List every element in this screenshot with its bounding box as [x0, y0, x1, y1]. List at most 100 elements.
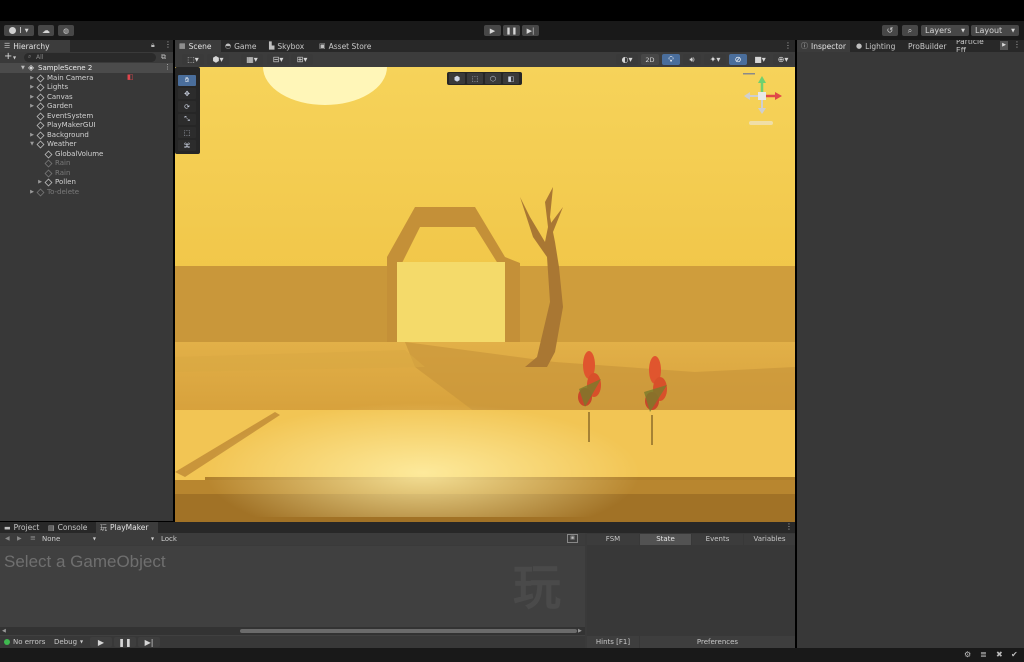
chevron-right-icon[interactable]: ▶ [28, 189, 36, 195]
hierarchy-item[interactable]: ▶ Background [0, 130, 89, 140]
hints-button[interactable]: Hints [F1] [587, 636, 639, 648]
scale-tool[interactable]: ⤡ [178, 114, 196, 125]
collab-button[interactable]: ◍ [58, 25, 74, 36]
layers-dropdown[interactable]: Layers ▼ [921, 25, 969, 36]
hand-tool[interactable]: ✋︎ [178, 75, 196, 86]
play-button[interactable]: ▶ [484, 25, 501, 36]
chevron-right-icon[interactable]: ▶ [28, 94, 36, 100]
tab-variables[interactable]: Variables [744, 534, 795, 545]
hierarchy-item[interactable]: ▶ To-delete [0, 187, 79, 197]
chevron-right-icon[interactable]: ▶ [36, 179, 44, 185]
scene-visibility-icon[interactable]: ⧉ [161, 53, 166, 62]
tab-project[interactable]: ▬ Project [0, 522, 42, 533]
chevron-right-icon[interactable]: ▶ [28, 132, 36, 138]
fsm-selector-dropdown[interactable]: None ▼ [40, 534, 98, 544]
scroll-right-icon[interactable]: ▶ [1000, 41, 1008, 50]
lock-icon[interactable]: 🔒︎ [151, 41, 155, 50]
history-button[interactable]: ↺ [882, 25, 898, 36]
account-button[interactable]: I ▼ [4, 25, 34, 36]
chevron-right-icon[interactable]: ▶ [28, 75, 36, 81]
grid-snap-dropdown[interactable]: ▦▾ [241, 54, 263, 65]
audio-toggle[interactable]: 🔊︎ [683, 54, 701, 65]
tab-events[interactable]: Events [692, 534, 743, 545]
tab-game[interactable]: ◓ Game [221, 40, 263, 52]
tab-probuilder[interactable]: ProBuilder [904, 40, 950, 52]
kebab-menu-icon[interactable]: ⋮ [785, 522, 793, 531]
chevron-down-icon[interactable]: ▼ [28, 141, 36, 147]
shading-dropdown[interactable]: ◐▾ [616, 54, 638, 65]
database-icon[interactable]: ≣ [980, 650, 987, 659]
hierarchy-item[interactable]: Rain [0, 168, 70, 178]
pm-play-button[interactable]: ▶ [90, 637, 112, 647]
tab-inspector[interactable]: ⓘ Inspector [797, 40, 850, 52]
playmaker-graph[interactable]: Select a GameObject 玩 ◀ ▶ [0, 546, 585, 636]
kebab-menu-icon[interactable]: ⋮ [1013, 40, 1021, 49]
effects-dropdown[interactable]: ✦▾ [704, 54, 726, 65]
draw-mode-dropdown[interactable]: ⬚▾ [182, 54, 204, 65]
menu-icon[interactable]: ≡ [30, 534, 36, 542]
debug-dropdown[interactable]: Debug ▼ [52, 637, 86, 647]
component-tool-1[interactable]: ⬢ [449, 73, 465, 84]
component-tool-4[interactable]: ◧ [503, 73, 519, 84]
hidden-objects-toggle[interactable]: ⊘ [729, 54, 747, 65]
performance-icon[interactable]: ⚙ [964, 650, 971, 659]
hierarchy-item[interactable]: ▶ Pollen [0, 178, 76, 188]
check-icon[interactable]: ✔ [1011, 650, 1018, 659]
scene-viewport[interactable]: ✋︎ ✥ ⟳ ⤡ ⬚ ⌘ ⬢ ⬚ ⬡ ◧ [175, 67, 795, 522]
scroll-right-icon[interactable]: ▶ [578, 628, 582, 634]
tab-asset-store[interactable]: ▣ Asset Store [315, 40, 377, 52]
back-icon[interactable]: ◀ [5, 535, 10, 542]
tab-particle-effect[interactable]: Particle Eff [952, 40, 998, 52]
chevron-right-icon[interactable]: ▶ [28, 103, 36, 109]
status-errors-text[interactable]: No errors [13, 638, 45, 646]
tab-skybox[interactable]: ▙ Skybox [265, 40, 313, 52]
pause-button[interactable]: ❚❚ [503, 25, 520, 36]
hierarchy-item[interactable]: Rain [0, 159, 70, 169]
tab-console[interactable]: ▤ Console [44, 522, 94, 533]
pm-pause-button[interactable]: ❚❚ [114, 637, 136, 647]
camera-icon[interactable]: ◧ [127, 73, 134, 81]
scroll-left-icon[interactable]: ◀ [2, 628, 6, 634]
rotate-tool[interactable]: ⟳ [178, 101, 196, 112]
hierarchy-item[interactable]: PlayMakerGUI [0, 121, 96, 131]
tab-lighting[interactable]: ● Lighting [852, 40, 902, 52]
add-icon[interactable]: + [4, 51, 12, 62]
chevron-right-icon[interactable]: ▶ [28, 84, 36, 90]
step-button[interactable]: ▶| [522, 25, 539, 36]
lighting-toggle[interactable]: 💡︎ [662, 54, 680, 65]
debug-icon[interactable]: ✖ [996, 650, 1003, 659]
layout-dropdown[interactable]: Layout ▼ [971, 25, 1019, 36]
tab-playmaker[interactable]: 玩 PlayMaker [96, 522, 158, 533]
camera-dropdown[interactable]: ■▾ [750, 54, 770, 65]
hierarchy-item[interactable]: GlobalVolume [0, 149, 103, 159]
component-tool-2[interactable]: ⬚ [467, 73, 483, 84]
tab-scene[interactable]: ▦ Scene [175, 40, 221, 52]
forward-icon[interactable]: ▶ [17, 535, 22, 542]
rect-tool[interactable]: ⬚ [178, 127, 196, 138]
grid-visibility-dropdown[interactable]: ⊞▾ [291, 54, 313, 65]
search-button[interactable]: ⌕ [902, 25, 918, 36]
hierarchy-item[interactable]: ▶ Garden [0, 102, 73, 112]
hierarchy-item[interactable]: EventSystem [0, 111, 93, 121]
graph-view-icon[interactable]: ▣ [567, 534, 578, 543]
orientation-gizmo[interactable] [735, 72, 785, 130]
hierarchy-item[interactable]: ▶ Lights [0, 83, 68, 93]
horizontal-scrollbar[interactable]: ◀ ▶ [0, 627, 585, 635]
move-tool[interactable]: ✥ [178, 88, 196, 99]
hierarchy-item[interactable]: ▶ Canvas [0, 92, 73, 102]
chevron-down-icon[interactable]: ▼ [151, 536, 154, 541]
kebab-menu-icon[interactable]: ⋮ [164, 63, 171, 71]
scene-root-row[interactable]: ▼ ◈ SampleScene 2 ⋮ [0, 63, 173, 73]
transform-tool[interactable]: ⌘ [178, 140, 196, 151]
render-mode-dropdown[interactable]: ⬢▾ [207, 54, 229, 65]
component-tool-3[interactable]: ⬡ [485, 73, 501, 84]
scrollbar-thumb[interactable] [240, 629, 577, 633]
hierarchy-search-input[interactable]: ⌕ All [24, 53, 156, 62]
mode-2d-toggle[interactable]: 2D [641, 54, 659, 65]
kebab-menu-icon[interactable]: ⋮ [784, 41, 792, 50]
gizmos-dropdown[interactable]: ⊕▾ [773, 54, 793, 65]
increment-snap-dropdown[interactable]: ⊟▾ [267, 54, 289, 65]
pm-step-button[interactable]: ▶| [138, 637, 160, 647]
kebab-menu-icon[interactable]: ⋮ [164, 40, 172, 49]
cloud-button[interactable]: ☁ [38, 25, 54, 36]
